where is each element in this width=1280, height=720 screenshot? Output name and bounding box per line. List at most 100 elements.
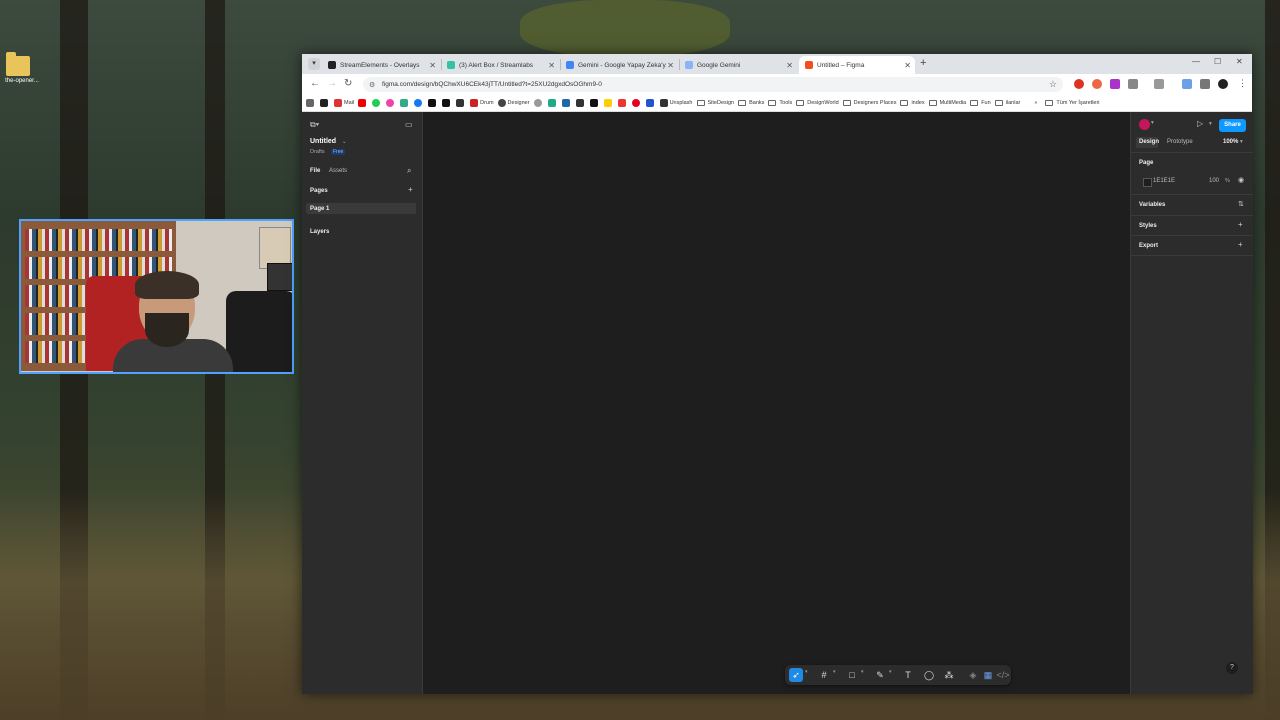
zoom-dropdown[interactable]: 100%	[1223, 139, 1238, 145]
close-tab-icon[interactable]: ✕	[786, 61, 793, 70]
close-tab-icon[interactable]: ✕	[429, 61, 436, 70]
extension-icon[interactable]	[1110, 79, 1120, 89]
variables-settings-icon[interactable]: ⇅	[1238, 200, 1244, 208]
present-play-icon[interactable]: ▷	[1197, 119, 1203, 128]
tab-search-icon[interactable]: ▾	[308, 58, 320, 70]
more-bookmarks-icon[interactable]: »	[1034, 100, 1037, 106]
avatar[interactable]	[1139, 119, 1150, 130]
bookmark-drum[interactable]: Drum	[470, 99, 494, 107]
chevron-down-icon[interactable]: ▾	[1151, 120, 1154, 126]
close-tab-icon[interactable]: ✕	[904, 61, 911, 70]
design-canvas[interactable]: ➶ ▾ # ▾ □ ▾ ✎ ▾ T ◯ ⁂ ◈ ▦ </>	[423, 112, 1130, 694]
design-mode-icon[interactable]: ◈	[966, 668, 980, 682]
bookmark-icon[interactable]	[575, 99, 586, 107]
rectangle-tool-icon[interactable]: □	[845, 668, 859, 682]
chevron-down-icon[interactable]: ⌄	[342, 139, 347, 145]
new-tab-icon[interactable]: +	[920, 57, 926, 69]
apps-icon[interactable]	[306, 99, 316, 107]
all-bookmarks[interactable]: Tüm Yer İşaretleri	[1045, 100, 1100, 106]
tab-prototype[interactable]: Prototype	[1167, 139, 1193, 145]
x-bookmark-icon[interactable]	[428, 99, 438, 107]
bookmark-icon[interactable]	[533, 99, 544, 107]
desktop-folder-icon[interactable]	[6, 52, 30, 76]
folder-banks[interactable]: Banks	[738, 100, 764, 106]
download-icon[interactable]	[1182, 79, 1192, 89]
minimize-icon[interactable]: —	[1192, 57, 1200, 66]
share-button[interactable]: Share	[1219, 119, 1246, 132]
dev-mode-icon[interactable]: </>	[996, 668, 1010, 682]
folder-fun[interactable]: Fun	[970, 100, 991, 106]
chevron-down-icon[interactable]: ▾	[861, 669, 864, 675]
chevron-down-icon[interactable]: ▾	[1240, 139, 1243, 145]
gmail-extension-icon[interactable]	[1092, 79, 1102, 89]
bookmark-icon[interactable]	[400, 99, 410, 107]
search-icon[interactable]: ⌕	[407, 166, 411, 176]
bookmark-icon[interactable]	[645, 99, 656, 107]
site-info-icon[interactable]: ⚙	[369, 81, 377, 89]
folder-multimedia[interactable]: MultiMedia	[928, 100, 966, 106]
close-tab-icon[interactable]: ✕	[548, 61, 555, 70]
forward-icon[interactable]: →	[327, 78, 337, 89]
tab-streamelements[interactable]: StreamElements - Overlays ✕	[322, 56, 440, 74]
bookmark-icon[interactable]	[456, 99, 466, 107]
bookmark-designer[interactable]: Designer	[497, 99, 530, 107]
folder-sitedesign[interactable]: SiteDesign	[696, 100, 734, 106]
bookmark-star-icon[interactable]: ☆	[1049, 79, 1057, 90]
folder-designworld[interactable]: DesignWorld	[796, 100, 839, 106]
address-bar[interactable]: ⚙ figma.com/design/bQChwXU6CEk43jTT/Unti…	[363, 77, 1063, 92]
reload-icon[interactable]: ↻	[344, 78, 352, 89]
profile-icon[interactable]	[1200, 79, 1210, 89]
page-opacity-value[interactable]: 100	[1209, 178, 1219, 184]
bookmark-icon[interactable]	[442, 99, 452, 107]
folder-designers-places[interactable]: Designers Places	[842, 100, 896, 106]
page-color-swatch[interactable]	[1143, 178, 1152, 187]
bookmark-icon[interactable]	[547, 99, 558, 107]
folder-ilanlar[interactable]: ilanlar	[994, 100, 1020, 106]
opera-extension-icon[interactable]	[1074, 79, 1084, 89]
bookmark-mail[interactable]: Mail	[334, 99, 354, 107]
file-title[interactable]: Untitled	[310, 138, 336, 145]
add-style-icon[interactable]: +	[1238, 220, 1243, 229]
tab-design[interactable]: Design	[1139, 139, 1159, 145]
figma-menu-icon[interactable]: ⧉▾	[310, 120, 319, 130]
youtube-bookmark-icon[interactable]	[358, 99, 368, 107]
bookmark-icon[interactable]	[561, 99, 572, 107]
bookmark-icon[interactable]	[386, 99, 396, 107]
variables-heading[interactable]: Variables	[1139, 202, 1165, 208]
tab-google-gemini[interactable]: Google Gemini ✕	[679, 56, 797, 74]
help-button[interactable]: ?	[1226, 662, 1238, 674]
facebook-bookmark-icon[interactable]	[414, 99, 424, 107]
tab-file[interactable]: File	[310, 168, 320, 174]
page-item[interactable]: Page 1	[310, 206, 329, 212]
add-export-icon[interactable]: +	[1238, 240, 1243, 249]
chevron-down-icon[interactable]: ▾	[889, 669, 892, 675]
styles-heading[interactable]: Styles	[1139, 223, 1157, 229]
whatsapp-bookmark-icon[interactable]	[372, 99, 382, 107]
eye-icon[interactable]: ◉	[1238, 176, 1244, 184]
tab-alertbox[interactable]: (3) Alert Box / Streamlabs ✕	[441, 56, 559, 74]
pen-tool-icon[interactable]: ✎	[873, 668, 887, 682]
close-window-icon[interactable]: ✕	[1236, 57, 1243, 66]
chevron-down-icon[interactable]: ▾	[1209, 121, 1212, 127]
chevron-down-icon[interactable]: ▾	[805, 669, 808, 675]
draw-mode-icon[interactable]: ▦	[981, 668, 995, 682]
tab-figma[interactable]: Untitled – Figma ✕	[799, 56, 915, 74]
add-page-icon[interactable]: +	[408, 185, 413, 194]
close-tab-icon[interactable]: ✕	[667, 61, 674, 70]
comment-tool-icon[interactable]: ◯	[922, 668, 936, 682]
bookmark-unsplash[interactable]: Unsplash	[659, 99, 693, 107]
sidepanel-icon[interactable]	[1154, 79, 1164, 89]
menu-icon[interactable]: ⋮	[1238, 78, 1247, 89]
text-tool-icon[interactable]: T	[901, 668, 915, 682]
bookmark-icon[interactable]	[603, 99, 614, 107]
move-tool-icon[interactable]: ➶	[789, 668, 803, 682]
export-heading[interactable]: Export	[1139, 243, 1158, 249]
pinterest-bookmark-icon[interactable]	[631, 99, 642, 107]
page-color-value[interactable]: 1E1E1E	[1153, 178, 1175, 184]
extensions-puzzle-icon[interactable]	[1128, 79, 1138, 89]
file-location[interactable]: Drafts	[310, 149, 325, 155]
avatar[interactable]	[1218, 79, 1228, 89]
plan-badge[interactable]: Free	[331, 149, 346, 155]
bookmark-icon[interactable]	[320, 99, 330, 107]
chevron-down-icon[interactable]: ▾	[833, 669, 836, 675]
